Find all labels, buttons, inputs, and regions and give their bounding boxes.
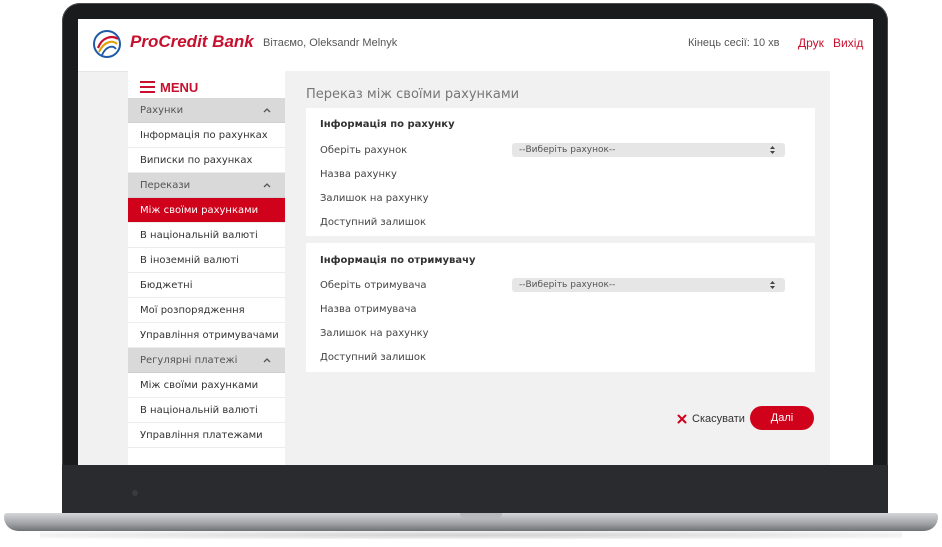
procredit-logo-icon — [93, 30, 121, 58]
nav-group-transfers[interactable]: Перекази — [128, 173, 285, 198]
sidebar-item-budget[interactable]: Бюджетні — [128, 273, 285, 298]
chevron-up-icon — [263, 358, 271, 363]
session-timer: Кінець сесії: 10 хв — [688, 37, 780, 49]
sidebar-nav: Рахунки Інформація по рахунках Виписки п… — [128, 98, 285, 448]
field-label-balance: Залишок на рахунку — [320, 328, 429, 339]
card-title: Інформація по отримувачу — [320, 255, 476, 266]
account-select[interactable]: --Виберіть рахунок-- — [512, 143, 785, 157]
select-arrows-icon — [770, 281, 775, 289]
sidebar-item-foreign-currency[interactable]: В іноземній валюті — [128, 248, 285, 273]
chevron-up-icon — [263, 183, 271, 188]
sidebar-item-regular-national[interactable]: В національній валюті — [128, 398, 285, 423]
sidebar-item-national-currency[interactable]: В національній валюті — [128, 223, 285, 248]
exit-link[interactable]: Вихід — [833, 36, 863, 50]
field-label-recipient-name: Назва отримувача — [320, 304, 417, 315]
brand-name: ProCredit Bank — [130, 32, 254, 51]
screen: ProCredit Bank Вітаємо, Oleksandr Melnyk… — [78, 19, 873, 465]
sidebar-item-my-orders[interactable]: Мої розпорядження — [128, 298, 285, 323]
nav-group-regular-payments[interactable]: Регулярні платежі — [128, 348, 285, 373]
recipient-select[interactable]: --Виберіть рахунок-- — [512, 278, 785, 292]
field-label-available: Доступний залишок — [320, 217, 427, 228]
laptop-shadow — [40, 531, 902, 539]
main-content: Переказ між своїми рахунками Інформація … — [285, 71, 830, 465]
card-title: Інформація по рахунку — [320, 119, 455, 130]
sidebar-item-account-info[interactable]: Інформація по рахунках — [128, 123, 285, 148]
sidebar-item-statements[interactable]: Виписки по рахунках — [128, 148, 285, 173]
app-header: ProCredit Bank Вітаємо, Oleksandr Melnyk… — [78, 19, 873, 72]
sidebar-item-own-accounts[interactable]: Між своїми рахунками — [128, 198, 285, 223]
field-label-available: Доступний залишок — [320, 352, 427, 363]
nav-group-accounts[interactable]: Рахунки — [128, 98, 285, 123]
sidebar: MENU Рахунки Інформація по рахунках Випи… — [128, 71, 285, 465]
next-button[interactable]: Далі — [750, 406, 814, 430]
cancel-button[interactable]: Скасувати — [677, 413, 745, 425]
close-icon — [677, 414, 687, 424]
select-arrows-icon — [770, 146, 775, 154]
right-margin — [830, 71, 873, 465]
laptop-bezel — [62, 465, 888, 513]
recipient-info-card: Інформація по отримувачу Оберіть отримув… — [306, 243, 815, 372]
hamburger-icon — [140, 81, 155, 93]
chevron-up-icon — [263, 108, 271, 113]
field-label-account-name: Назва рахунку — [320, 169, 397, 180]
field-label-account: Оберіть рахунок — [320, 145, 408, 156]
sidebar-item-regular-own-accounts[interactable]: Між своїми рахунками — [128, 373, 285, 398]
laptop-notch — [460, 513, 502, 519]
print-link[interactable]: Друк — [798, 36, 824, 50]
account-info-card: Інформація по рахунку Оберіть рахунок --… — [306, 108, 815, 236]
field-label-balance: Залишок на рахунку — [320, 193, 429, 204]
sidebar-item-manage-recipients[interactable]: Управління отримувачами — [128, 323, 285, 348]
greeting-text: Вітаємо, Oleksandr Melnyk — [263, 37, 398, 49]
page-title: Переказ між своїми рахунками — [306, 87, 520, 102]
menu-toggle[interactable]: MENU — [140, 77, 198, 97]
menu-label: MENU — [160, 79, 199, 95]
sidebar-item-manage-payments[interactable]: Управління платежами — [128, 423, 285, 448]
camera-dot — [132, 490, 138, 496]
field-label-recipient: Оберіть отримувача — [320, 280, 427, 291]
